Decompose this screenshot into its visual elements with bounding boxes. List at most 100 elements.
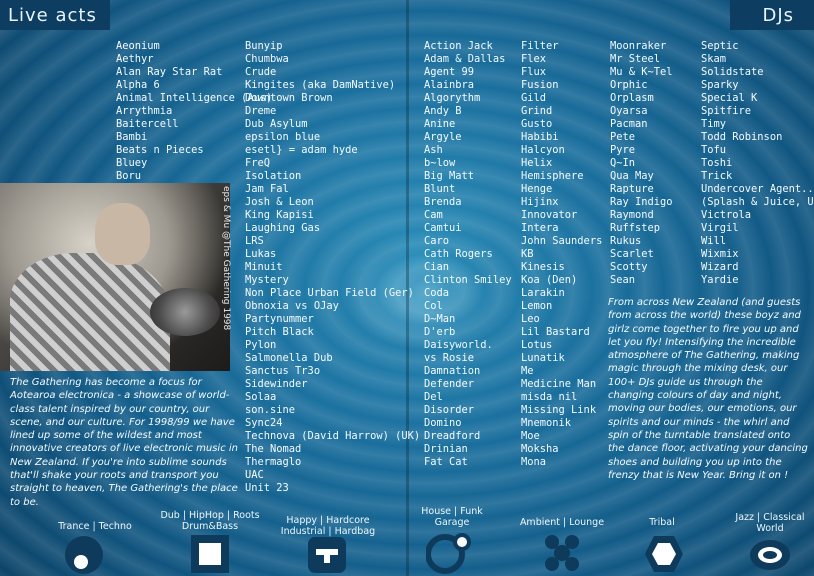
list-item: Sanctus Tr3o bbox=[245, 365, 321, 377]
list-item: FreQ bbox=[245, 157, 271, 169]
list-item: Pitch Black bbox=[245, 326, 314, 338]
list-item: (Splash & Juice, UK) bbox=[701, 196, 814, 208]
list-item: Moonraker bbox=[610, 40, 667, 52]
list-item: Q~In bbox=[610, 157, 636, 169]
list-item: Fat Cat bbox=[424, 456, 468, 468]
list-item: Filter bbox=[521, 40, 559, 52]
list-item: b~low bbox=[424, 157, 456, 169]
list-item: Andy B bbox=[424, 105, 462, 117]
list-item: Toshi bbox=[701, 157, 733, 169]
list-item: Special K bbox=[701, 92, 758, 104]
list-item: Laughing Gas bbox=[245, 222, 321, 234]
list-item: Defender bbox=[424, 378, 475, 390]
list-item: Agent 99 bbox=[424, 66, 475, 78]
list-item: Will bbox=[701, 235, 727, 247]
list-item: Cian bbox=[424, 261, 450, 273]
photo-shirt-shape bbox=[10, 253, 170, 371]
list-item: Wixmix bbox=[701, 248, 739, 260]
list-item: Leo bbox=[521, 313, 540, 325]
list-item: Thermaglo bbox=[245, 456, 302, 468]
list-item: Mu & K~Tel bbox=[610, 66, 673, 78]
dj-photo bbox=[0, 183, 230, 371]
list-item: Hemisphere bbox=[521, 170, 584, 182]
list-item: Disorder bbox=[424, 404, 475, 416]
live-acts-heading: Live acts bbox=[8, 5, 97, 26]
list-item: Sparky bbox=[701, 79, 739, 91]
list-item: Trick bbox=[701, 170, 733, 182]
list-item: Moe bbox=[521, 430, 540, 442]
list-item: Scarlet bbox=[610, 248, 654, 260]
list-item: Yardie bbox=[701, 274, 739, 286]
list-item: Lemon bbox=[521, 300, 553, 312]
genre-label-tribal: Tribal bbox=[649, 517, 675, 528]
list-item: Grind bbox=[521, 105, 553, 117]
list-item: Downtown Brown bbox=[245, 92, 333, 104]
list-item: King Kapisi bbox=[245, 209, 314, 221]
list-item: Mona bbox=[521, 456, 547, 468]
genre-label-jazz: Jazz | Classical World bbox=[728, 512, 812, 534]
list-item: Ash bbox=[424, 144, 443, 156]
list-item: Victrola bbox=[701, 209, 752, 221]
list-item: Dreme bbox=[245, 105, 277, 117]
photo-head-shape bbox=[95, 203, 150, 265]
double-circle-icon bbox=[426, 533, 471, 574]
list-item: Ray Indigo bbox=[610, 196, 673, 208]
list-item: Scotty bbox=[610, 261, 648, 273]
list-item: Domino bbox=[424, 417, 462, 429]
list-item: esetl} = adam hyde bbox=[245, 144, 358, 156]
djs-heading: DJs bbox=[762, 5, 794, 26]
genre-label-jazz-text: Jazz | Classical World bbox=[735, 512, 805, 534]
list-item: Dreadford bbox=[424, 430, 481, 442]
list-item: Oyarsa bbox=[610, 105, 648, 117]
list-item: D'erb bbox=[424, 326, 456, 338]
list-item: Mystery bbox=[245, 274, 289, 286]
list-item: Sync24 bbox=[245, 417, 283, 429]
list-item: Lunatik bbox=[521, 352, 565, 364]
ring-icon bbox=[750, 540, 790, 570]
list-item: Cath Rogers bbox=[424, 248, 493, 260]
dj-list-4: Septic Skam Solidstate Sparky Special K Spitf… bbox=[701, 40, 814, 287]
list-item: Moksha bbox=[521, 443, 559, 455]
list-item: Unit 23 bbox=[245, 482, 289, 494]
list-item: Gusto bbox=[521, 118, 553, 130]
list-item: The Nomad bbox=[245, 443, 302, 455]
list-item: Pylon bbox=[245, 339, 277, 351]
list-item: Coda bbox=[424, 287, 450, 299]
list-item: Septic bbox=[701, 40, 739, 52]
list-item: Koa (Den) bbox=[521, 274, 578, 286]
list-item: Rukus bbox=[610, 235, 642, 247]
list-item: Wizard bbox=[701, 261, 739, 273]
list-item: Adam & Dallas bbox=[424, 53, 506, 65]
list-item: Innovator bbox=[521, 209, 578, 221]
list-item: Halcyon bbox=[521, 144, 565, 156]
list-item: Camtui bbox=[424, 222, 462, 234]
list-item: Col bbox=[424, 300, 443, 312]
list-item: Spitfire bbox=[701, 105, 752, 117]
list-item: Kingites (aka DamNative) bbox=[245, 79, 396, 91]
list-item: Bunyip bbox=[245, 40, 283, 52]
photo-credit: eps & Mu @The Gathering 1998 bbox=[221, 186, 231, 331]
list-item: Partynummer bbox=[245, 313, 314, 325]
list-item: misda nil bbox=[521, 391, 578, 403]
djs-header-bar: DJs bbox=[730, 0, 814, 30]
list-item: Mnemonik bbox=[521, 417, 572, 429]
list-item: Orplasm bbox=[610, 92, 654, 104]
djs-blurb: From across New Zealand (and guests from… bbox=[608, 297, 808, 481]
list-item: Del bbox=[424, 391, 443, 403]
list-item: Pyre bbox=[610, 144, 636, 156]
list-item: Sidewinder bbox=[245, 378, 308, 390]
list-item: Chumbwa bbox=[245, 53, 289, 65]
list-item: Action Jack bbox=[424, 40, 493, 52]
list-item: Todd Robinson bbox=[701, 131, 783, 143]
list-item: Skam bbox=[701, 53, 727, 65]
list-item: Brenda bbox=[424, 196, 462, 208]
list-item: Hijinx bbox=[521, 196, 559, 208]
list-item: Rapture bbox=[610, 183, 654, 195]
dj-list-2: Filter Flex Flux Fusion Gild Grind Gusto Habibi… bbox=[521, 40, 602, 469]
hexagon-icon bbox=[645, 536, 683, 572]
list-item: Caro bbox=[424, 235, 450, 247]
list-item: Anine bbox=[424, 118, 456, 130]
list-item: Minuit bbox=[245, 261, 283, 273]
genre-label-dub-text: Dub | HipHop | Roots Drum&Bass bbox=[160, 510, 260, 532]
list-item: Pacman bbox=[610, 118, 648, 130]
